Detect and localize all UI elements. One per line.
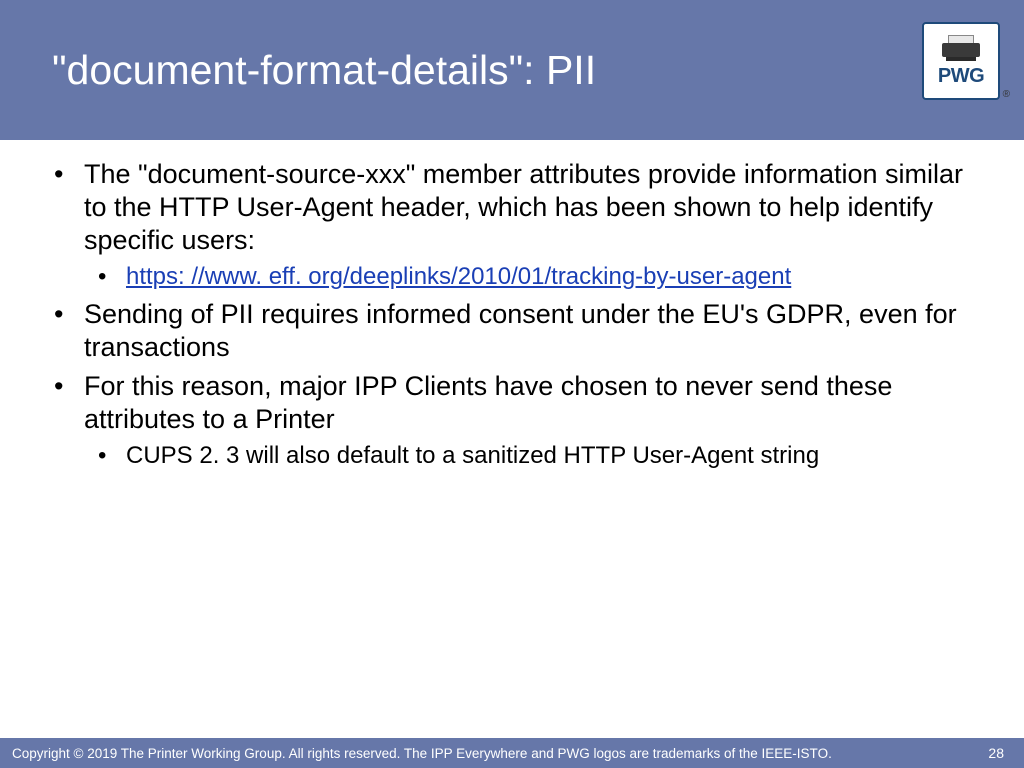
registered-symbol: ®: [1003, 89, 1010, 100]
pwg-logo: PWG ®: [922, 22, 1000, 100]
eff-link[interactable]: https: //www. eff. org/deeplinks/2010/01…: [126, 263, 791, 290]
bullet-text: Sending of PII requires informed consent…: [84, 299, 957, 362]
slide-body: The "document-source-xxx" member attribu…: [0, 140, 1024, 738]
copyright-text: Copyright © 2019 The Printer Working Gro…: [12, 746, 832, 761]
bullet-text: For this reason, major IPP Clients have …: [84, 371, 892, 434]
bullet-item: Sending of PII requires informed consent…: [42, 298, 982, 364]
title-bar: "document-format-details": PII PWG ®: [0, 0, 1024, 140]
slide: "document-format-details": PII PWG ® The…: [0, 0, 1024, 768]
bullet-item: For this reason, major IPP Clients have …: [42, 370, 982, 471]
page-number: 28: [988, 745, 1004, 761]
logo-text: PWG: [938, 65, 984, 88]
bullet-sub-text: CUPS 2. 3 will also default to a sanitiz…: [126, 442, 819, 469]
printer-icon: [942, 39, 980, 63]
bullet-text: The "document-source-xxx" member attribu…: [84, 159, 963, 255]
bullet-sub-item: https: //www. eff. org/deeplinks/2010/01…: [84, 261, 982, 292]
bullet-item: The "document-source-xxx" member attribu…: [42, 158, 982, 292]
footer-bar: Copyright © 2019 The Printer Working Gro…: [0, 738, 1024, 768]
slide-title: "document-format-details": PII: [52, 47, 596, 94]
bullet-sub-item: CUPS 2. 3 will also default to a sanitiz…: [84, 440, 982, 471]
